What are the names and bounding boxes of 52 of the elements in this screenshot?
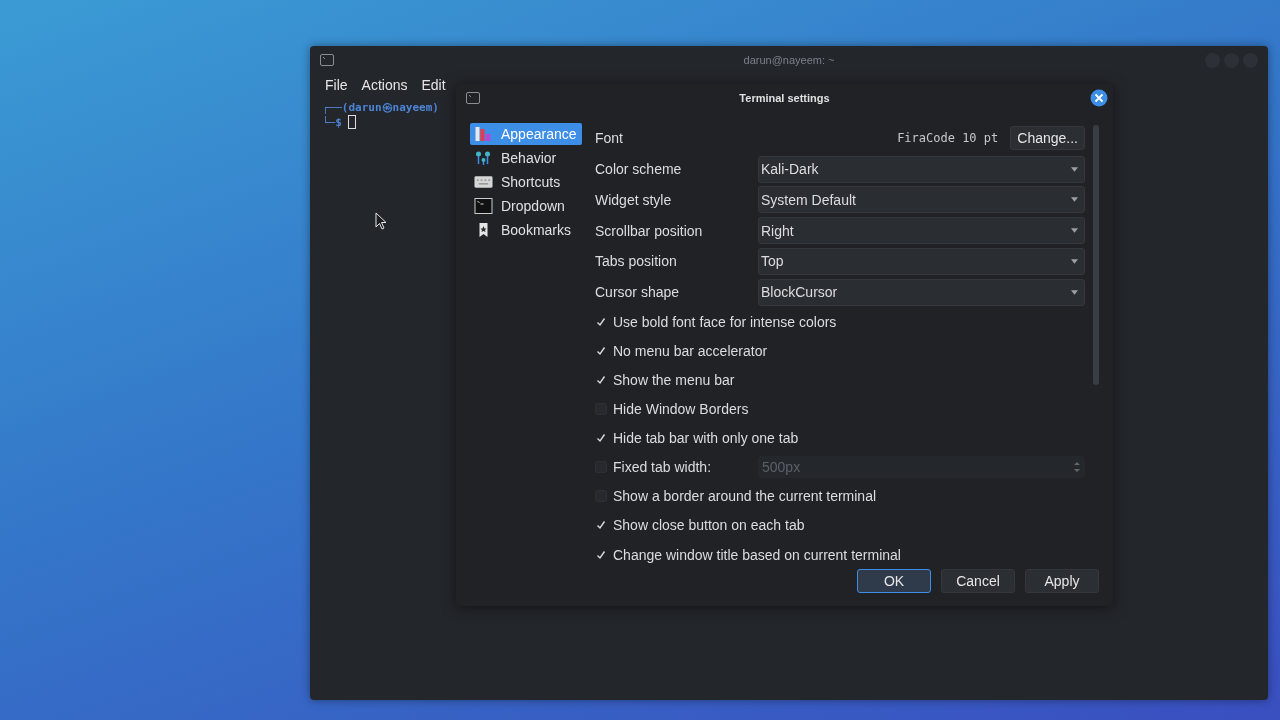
field-label: Scrollbar position <box>595 222 704 239</box>
nodes-icon <box>474 150 493 166</box>
field-label: Tabs position <box>595 253 678 270</box>
field-label: Cursor shape <box>595 284 681 301</box>
caret-icon <box>1071 258 1078 264</box>
mouse-pointer-icon <box>375 212 387 230</box>
text-cursor <box>347 115 356 129</box>
scrollbar-thumb[interactable] <box>1093 125 1099 385</box>
option-label: Use bold font face for intense colors <box>613 314 837 331</box>
menu-item[interactable]: Edit <box>421 77 446 93</box>
option-label: Fixed tab width: <box>613 459 713 476</box>
dropdown[interactable]: System Default <box>758 186 1085 214</box>
color-bars-icon <box>474 126 493 142</box>
option-label: Show a border around the current terminal <box>613 488 877 505</box>
checkbox[interactable] <box>595 548 607 561</box>
dropdown[interactable]: Top <box>758 247 1085 275</box>
option-label: Change window title based on current terminal <box>613 546 901 563</box>
sidebar-item[interactable]: Bookmarks <box>470 219 582 241</box>
menu-item[interactable]: File <box>325 77 348 93</box>
option-label: No menu bar accelerator <box>613 343 768 360</box>
sidebar-item[interactable]: Shortcuts <box>470 171 582 193</box>
caret-icon <box>1071 166 1078 172</box>
sidebar-item[interactable]: Behavior <box>470 147 582 169</box>
prompt-text: ┌──(darun㉿nayeem) <box>322 100 440 115</box>
option-label: Hide tab bar with only one tab <box>613 430 799 447</box>
caret-icon <box>1071 228 1078 234</box>
option-label: Show close button on each tab <box>613 517 805 534</box>
option-label: Show the menu bar <box>613 372 735 389</box>
font-value: FiraCode 10 pt <box>897 131 999 146</box>
terminal-icon <box>320 54 334 66</box>
dialog-button[interactable]: OK <box>857 569 931 593</box>
keyboard-icon <box>474 174 493 190</box>
dialog-button[interactable]: Cancel <box>941 569 1015 593</box>
dialog-title: Terminal settings <box>739 92 830 104</box>
sidebar-item[interactable]: Dropdown <box>470 195 582 217</box>
field-label: Font <box>595 130 624 147</box>
prompt-text: └─$ <box>322 115 342 129</box>
caret-icon <box>1071 197 1078 203</box>
close-icon[interactable] <box>1090 89 1108 107</box>
change-font-button[interactable]: Change... <box>1010 126 1085 151</box>
terminal-icon <box>474 198 493 214</box>
dropdown[interactable]: BlockCursor <box>758 278 1085 306</box>
caret-icon <box>1071 289 1078 295</box>
dialog-button[interactable]: Apply <box>1025 569 1099 593</box>
menu-item[interactable]: Actions <box>361 77 408 93</box>
terminal-icon <box>466 92 480 104</box>
dropdown[interactable]: Kali-Dark <box>758 155 1085 183</box>
window-title: darun@nayeem: ~ <box>743 54 835 66</box>
dropdown[interactable]: Right <box>758 217 1085 245</box>
field-label: Widget style <box>595 191 673 208</box>
field-label: Color scheme <box>595 161 683 178</box>
option-label: Hide Window Borders <box>613 401 749 418</box>
